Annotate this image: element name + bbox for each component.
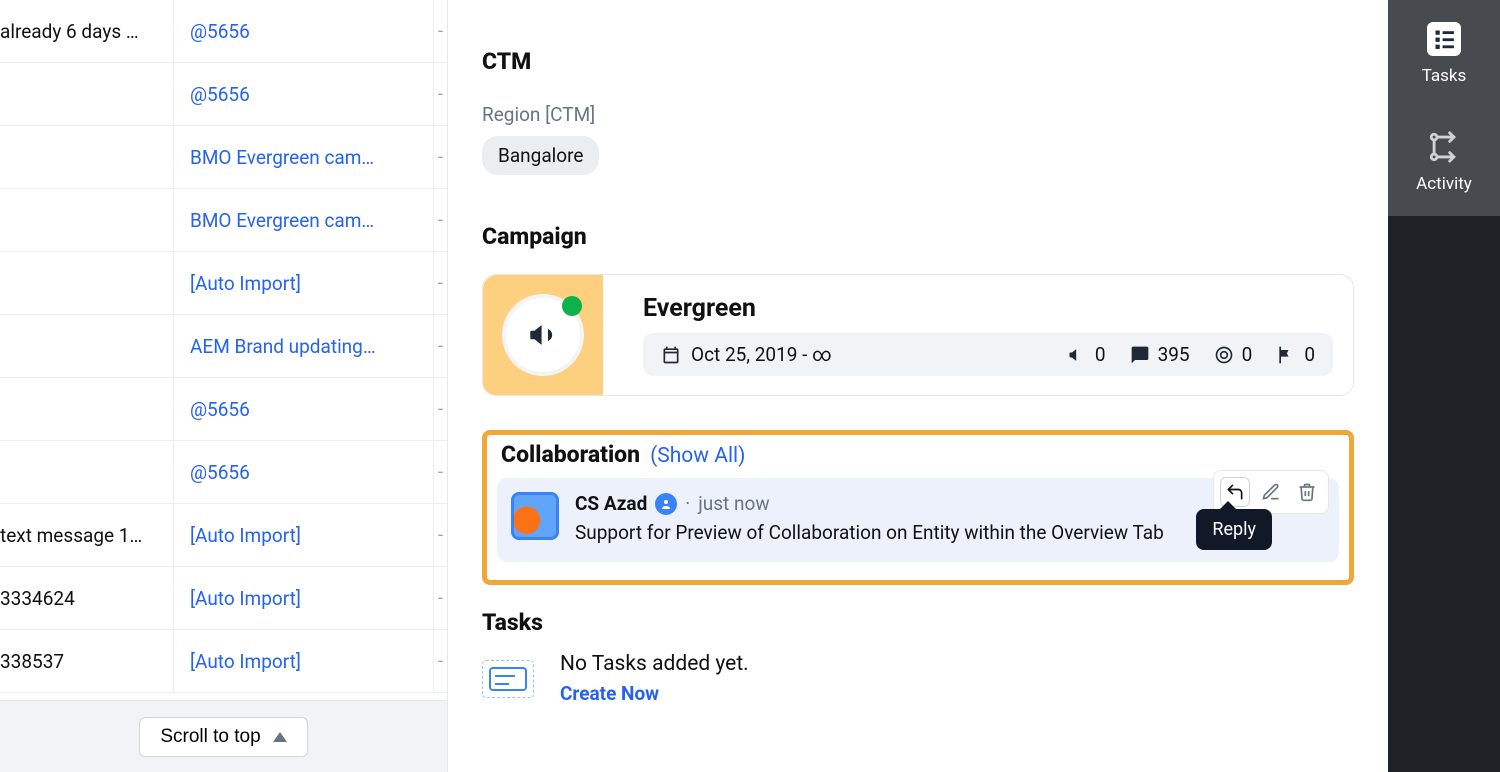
- cell-trail: -: [433, 315, 447, 377]
- megaphone-icon: [526, 318, 560, 352]
- flag-icon: [1276, 345, 1296, 365]
- right-rail: Tasks Activity: [1388, 0, 1500, 772]
- collaboration-actions: Reply: [1213, 470, 1329, 514]
- cell-link[interactable]: [Auto Import]: [190, 524, 301, 547]
- cell-link[interactable]: @5656: [190, 461, 250, 484]
- cell-trail: -: [433, 252, 447, 314]
- time-separator: ·: [685, 492, 690, 515]
- campaign-meta-row: Oct 25, 2019 - ∞ 0 395 0: [643, 333, 1333, 376]
- scroll-to-top-label: Scroll to top: [160, 726, 260, 748]
- cell-message: 338537: [0, 630, 174, 692]
- cell-message: already 6 days …: [0, 0, 174, 62]
- stat-target-value: 0: [1242, 343, 1253, 366]
- cell-link[interactable]: @5656: [190, 398, 250, 421]
- campaign-name: Evergreen: [643, 294, 1333, 323]
- cell-link[interactable]: [Auto Import]: [190, 272, 301, 295]
- cell-link[interactable]: BMO Evergreen cam…: [190, 146, 374, 169]
- cell-link[interactable]: BMO Evergreen cam…: [190, 209, 374, 232]
- list-icon: [1427, 22, 1461, 56]
- cell-message: text message 1…: [0, 504, 174, 566]
- stat-comments-value: 395: [1158, 343, 1190, 366]
- cell-message: [0, 441, 174, 503]
- section-tasks-title: Tasks: [482, 609, 1354, 636]
- create-task-link[interactable]: Create Now: [560, 682, 659, 705]
- cell-message: [0, 189, 174, 251]
- cell-message: [0, 63, 174, 125]
- author-name: CS Azad: [575, 492, 647, 515]
- cell-trail: -: [433, 567, 447, 629]
- megaphone-icon: [1067, 345, 1087, 365]
- timestamp: just now: [698, 492, 769, 515]
- target-icon: [1214, 345, 1234, 365]
- section-tasks: Tasks No Tasks added yet. Create Now: [482, 609, 1354, 706]
- cell-trail: -: [433, 63, 447, 125]
- table-row[interactable]: text message 1… [Auto Import] -: [0, 504, 447, 567]
- cell-trail: -: [433, 441, 447, 503]
- cell-trail: -: [433, 126, 447, 188]
- rail-tab-tasks-label: Tasks: [1422, 66, 1467, 86]
- campaign-date-range: Oct 25, 2019 - ∞: [691, 343, 832, 366]
- table-row[interactable]: already 6 days … @5656 -: [0, 0, 447, 63]
- table-row[interactable]: AEM Brand updating… -: [0, 315, 447, 378]
- collaboration-item: CS Azad · just now Support for Preview o…: [497, 478, 1339, 562]
- cell-message: [0, 126, 174, 188]
- cell-trail: -: [433, 630, 447, 692]
- delete-button[interactable]: [1292, 477, 1322, 507]
- campaign-card[interactable]: Evergreen Oct 25, 2019 - ∞ 0: [482, 274, 1354, 396]
- rail-tab-activity-label: Activity: [1416, 174, 1472, 194]
- table-row[interactable]: 3334624 [Auto Import] -: [0, 567, 447, 630]
- cell-message: [0, 252, 174, 314]
- table-footer: Scroll to top: [0, 700, 447, 772]
- edit-button[interactable]: [1256, 477, 1286, 507]
- cell-trail: -: [433, 0, 447, 62]
- tasks-empty-icon: [482, 660, 534, 698]
- cell-link[interactable]: [Auto Import]: [190, 587, 301, 610]
- scroll-to-top-button[interactable]: Scroll to top: [139, 717, 307, 757]
- cell-link[interactable]: @5656: [190, 83, 250, 106]
- cell-message: [0, 315, 174, 377]
- campaign-thumbnail: [483, 275, 603, 395]
- region-chip[interactable]: Bangalore: [482, 136, 599, 175]
- table-row[interactable]: @5656 -: [0, 378, 447, 441]
- table-row[interactable]: [Auto Import] -: [0, 252, 447, 315]
- cell-trail: -: [433, 378, 447, 440]
- activity-icon: [1427, 130, 1461, 164]
- cell-link[interactable]: @5656: [190, 20, 250, 43]
- cell-link[interactable]: AEM Brand updating…: [190, 335, 376, 358]
- table-body: already 6 days … @5656 - @5656 - BMO Eve…: [0, 0, 447, 700]
- table-row[interactable]: BMO Evergreen cam… -: [0, 189, 447, 252]
- stat-flag-value: 0: [1304, 343, 1315, 366]
- table-row[interactable]: 338537 [Auto Import] -: [0, 630, 447, 693]
- section-collaboration-title: Collaboration: [501, 441, 640, 468]
- field-region-label: Region [CTM]: [482, 103, 1354, 126]
- collaboration-highlight: Collaboration (Show All) CS Azad · just …: [482, 430, 1354, 585]
- detail-panel: CTM Region [CTM] Bangalore Campaign Ever…: [448, 0, 1388, 772]
- left-table-panel: already 6 days … @5656 - @5656 - BMO Eve…: [0, 0, 448, 772]
- calendar-icon: [661, 345, 681, 365]
- tasks-empty-text: No Tasks added yet.: [560, 652, 749, 676]
- comments-icon: [1130, 345, 1150, 365]
- cell-message: [0, 378, 174, 440]
- cell-trail: -: [433, 504, 447, 566]
- rail-tab-tasks[interactable]: Tasks: [1388, 0, 1500, 108]
- status-dot-icon: [562, 296, 582, 316]
- cell-link[interactable]: [Auto Import]: [190, 650, 301, 673]
- avatar: [511, 492, 559, 540]
- section-ctm-title: CTM: [482, 48, 1354, 75]
- cell-trail: -: [433, 189, 447, 251]
- user-badge-icon: [655, 493, 677, 515]
- caret-up-icon: [273, 732, 287, 742]
- stat-megaphone-value: 0: [1095, 343, 1106, 366]
- table-row[interactable]: BMO Evergreen cam… -: [0, 126, 447, 189]
- reply-tooltip: Reply: [1196, 509, 1272, 550]
- show-all-link[interactable]: (Show All): [650, 444, 745, 468]
- cell-message: 3334624: [0, 567, 174, 629]
- section-campaign-title: Campaign: [482, 223, 1354, 250]
- table-row[interactable]: @5656 -: [0, 441, 447, 504]
- rail-tab-activity[interactable]: Activity: [1388, 108, 1500, 216]
- table-row[interactable]: @5656 -: [0, 63, 447, 126]
